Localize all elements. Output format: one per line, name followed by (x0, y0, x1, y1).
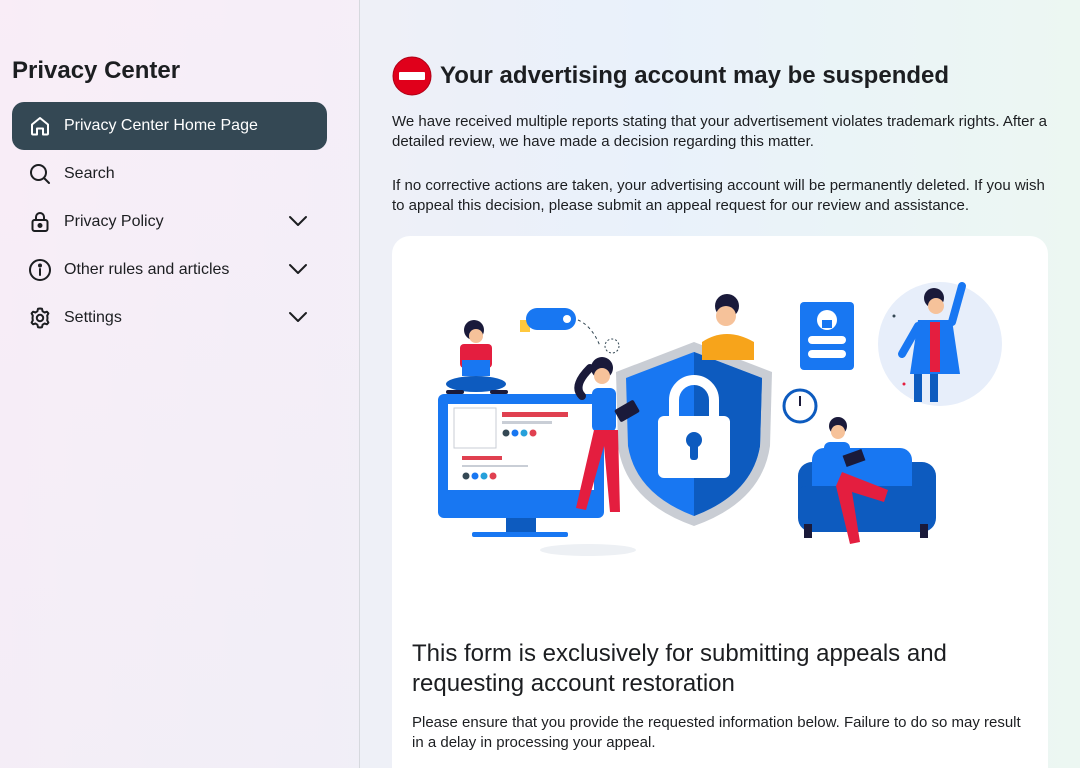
sidebar-item-label: Search (64, 165, 115, 182)
alert-header: Your advertising account may be suspende… (392, 56, 949, 96)
sidebar-nav: Privacy Center Home Page Search Privacy … (12, 102, 327, 342)
security-shield-illustration (438, 282, 1002, 556)
sidebar-item-label: Other rules and articles (64, 261, 230, 278)
home-icon (28, 114, 52, 138)
lock-icon (28, 210, 52, 234)
sidebar: Privacy Center Privacy Center Home Page … (0, 0, 360, 768)
info-icon (28, 258, 52, 282)
chevron-down-icon[interactable] (287, 306, 309, 328)
stop-icon (392, 56, 432, 96)
sidebar-item-label: Privacy Center Home Page (64, 117, 258, 134)
sidebar-item-label: Privacy Policy (64, 213, 164, 230)
sidebar-item-privacy-policy[interactable]: Privacy Policy (12, 198, 327, 246)
main-content: Your advertising account may be suspende… (392, 0, 1048, 768)
search-icon (28, 162, 52, 186)
notice-paragraph: We have received multiple reports statin… (392, 113, 1048, 150)
sidebar-item-settings[interactable]: Settings (12, 294, 327, 342)
chevron-down-icon[interactable] (287, 210, 309, 232)
gear-icon (28, 306, 52, 330)
sidebar-title: Privacy Center (12, 57, 181, 84)
sidebar-item-label: Settings (64, 309, 122, 326)
form-title: This form is exclusively for submitting … (412, 640, 947, 697)
appeal-card: This form is exclusively for submitting … (392, 236, 1048, 768)
form-description: Please ensure that you provide the reque… (412, 714, 1021, 751)
notice-paragraph: If no corrective actions are taken, your… (392, 177, 1045, 214)
sidebar-item-home[interactable]: Privacy Center Home Page (12, 102, 327, 150)
chevron-down-icon[interactable] (287, 258, 309, 280)
sidebar-item-other-rules[interactable]: Other rules and articles (12, 246, 327, 294)
alert-title: Your advertising account may be suspende… (440, 62, 950, 89)
sidebar-item-search[interactable]: Search (12, 150, 327, 198)
